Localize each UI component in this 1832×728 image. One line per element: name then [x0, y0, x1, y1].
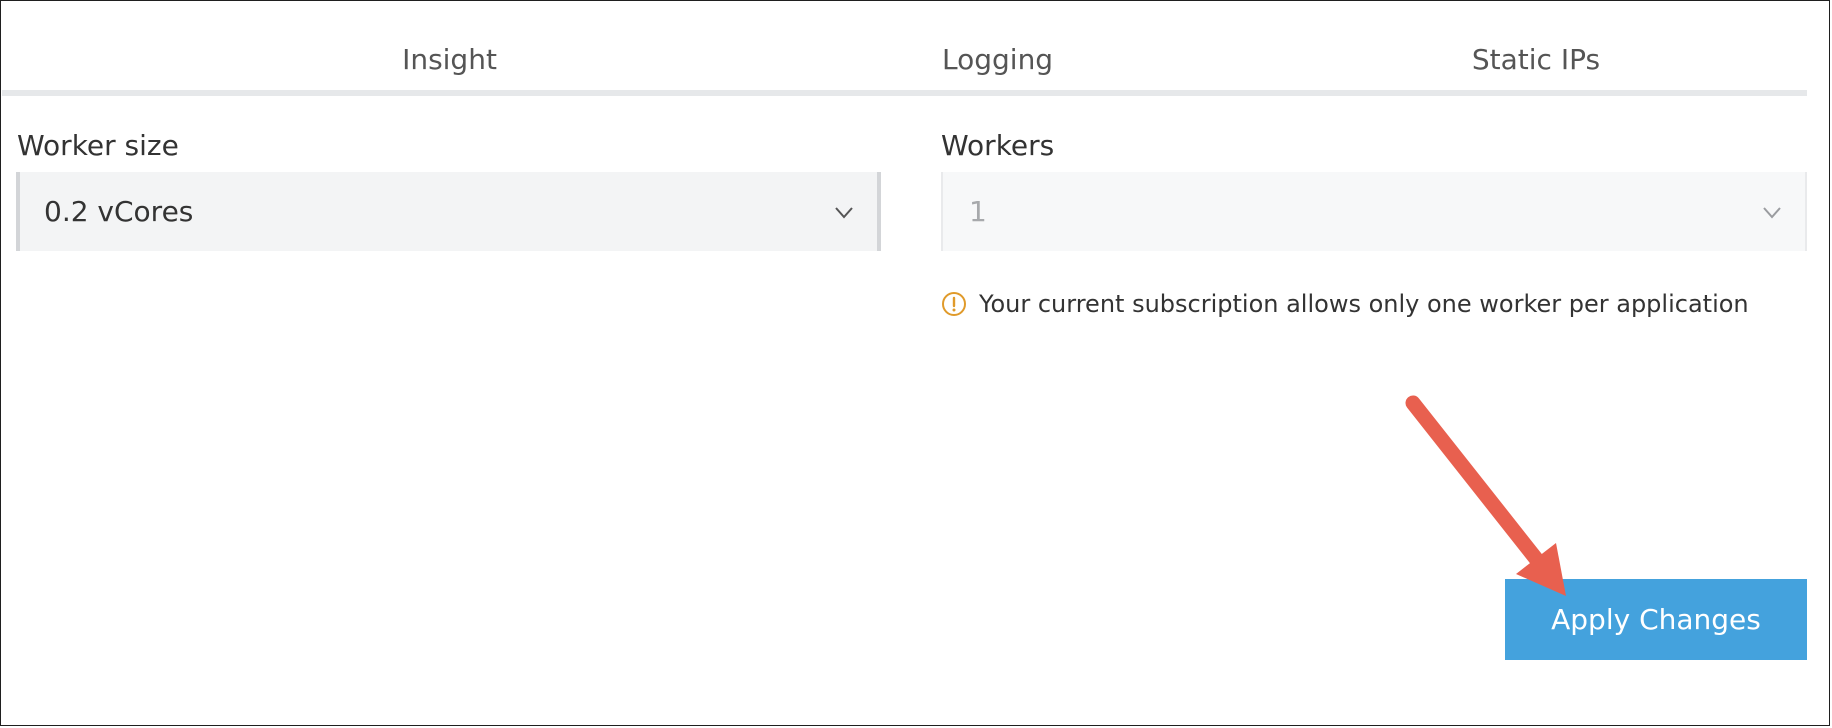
warning-text: Your current subscription allows only on…	[979, 290, 1749, 318]
apply-changes-button[interactable]: Apply Changes	[1505, 579, 1807, 660]
worker-size-value: 0.2 vCores	[44, 195, 194, 228]
tab-insight[interactable]: Insight	[2, 1, 897, 90]
tab-static-ips[interactable]: Static IPs	[1402, 1, 1670, 90]
chevron-down-icon	[829, 197, 859, 227]
tab-logging[interactable]: Logging	[942, 1, 1053, 90]
subscription-warning: Your current subscription allows only on…	[941, 286, 1749, 322]
warning-icon	[941, 291, 967, 317]
settings-panel: Insight Logging Static IPs Worker size 0…	[0, 0, 1830, 726]
worker-size-select[interactable]: 0.2 vCores	[16, 172, 881, 251]
chevron-down-icon	[1757, 197, 1787, 227]
workers-select[interactable]: 1	[941, 172, 1807, 251]
tab-bar: Insight Logging Static IPs	[2, 1, 1807, 96]
workers-value: 1	[969, 195, 987, 228]
worker-size-label: Worker size	[17, 129, 179, 162]
workers-label: Workers	[941, 129, 1055, 162]
